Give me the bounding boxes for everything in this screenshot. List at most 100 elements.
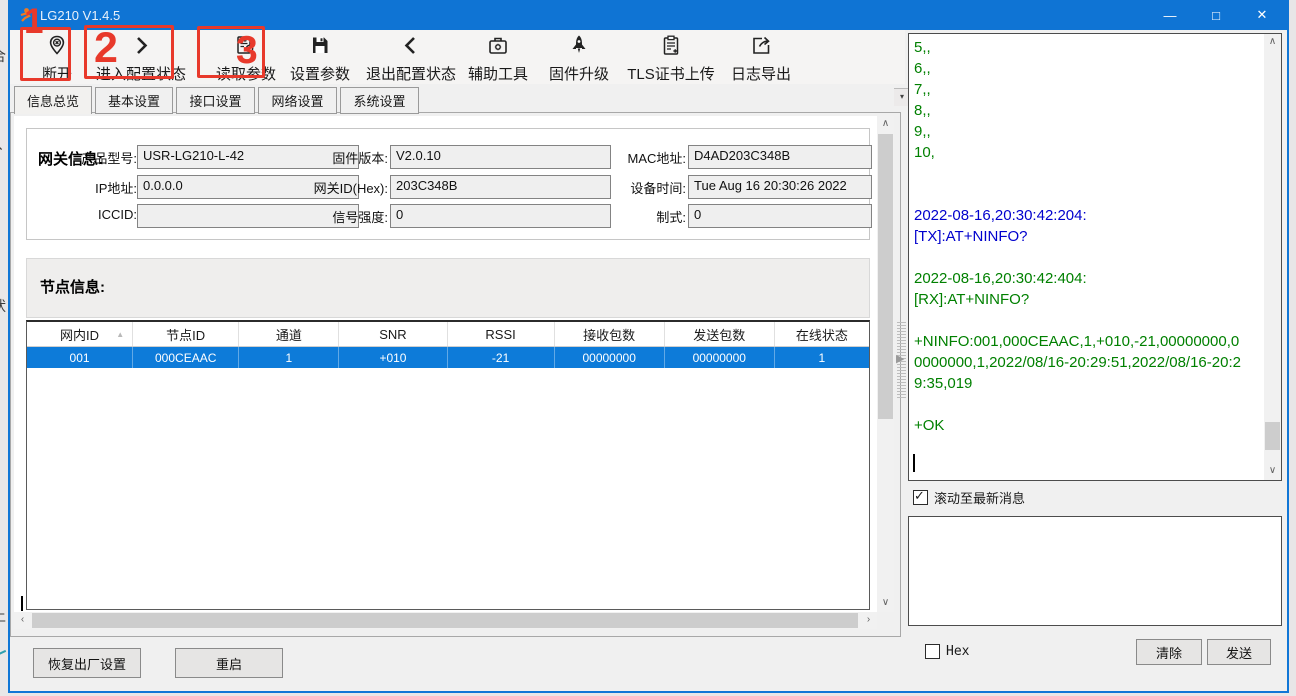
cell-channel: 1 <box>239 347 339 368</box>
scroll-left-arrow[interactable]: ‹ <box>14 612 31 629</box>
tab-label: 系统设置 <box>353 91 405 110</box>
log-line: 7,, <box>914 79 1246 100</box>
close-button[interactable]: ✕ <box>1239 0 1285 30</box>
checkbox-unchecked-icon[interactable] <box>925 644 940 659</box>
tab-basic-settings[interactable]: 基本设置 <box>95 87 173 114</box>
field-label: MAC地址: <box>576 148 686 167</box>
app-screen: 合 丶 状 上 LG210 V1.4.5 — □ ✕ 断开 ⌄ <box>0 0 1296 696</box>
log-line <box>914 394 1246 415</box>
scroll-up-arrow[interactable]: ∧ <box>877 116 894 133</box>
edge-fragment: 合 <box>0 46 6 66</box>
column-header[interactable]: 发送包数 <box>665 322 775 346</box>
scroll-latest-label: 滚动至最新消息 <box>934 488 1025 507</box>
column-label: 发送包数 <box>693 325 745 344</box>
tab-interface-settings[interactable]: 接口设置 <box>176 87 255 114</box>
cell-rx-packets: 00000000 <box>555 347 665 368</box>
tab-label: 接口设置 <box>189 91 241 110</box>
tls-cert-upload-button[interactable]: TLS证书上传 <box>625 32 717 87</box>
column-header[interactable]: 通道 <box>239 322 339 346</box>
log-line <box>914 163 1246 184</box>
column-header[interactable]: SNR <box>339 322 447 346</box>
send-input-box[interactable] <box>908 516 1282 626</box>
tab-label: 网络设置 <box>271 91 323 110</box>
log-line: 6,, <box>914 58 1246 79</box>
cell-tx-packets: 00000000 <box>665 347 775 368</box>
column-header[interactable]: 在线状态 <box>775 322 869 346</box>
toolbar-label: 退出配置状态 <box>366 63 456 84</box>
scroll-down-arrow[interactable]: ∨ <box>877 595 894 612</box>
table-row-selected[interactable]: 001 000CEAAC 1 +010 -21 00000000 0000000… <box>27 347 869 368</box>
checkbox-checked-icon[interactable] <box>913 490 928 505</box>
content-horizontal-scrollbar[interactable]: ‹ › <box>14 612 877 629</box>
field-label: 制式: <box>576 207 686 226</box>
tab-system-settings[interactable]: 系统设置 <box>340 87 419 114</box>
field-label: 信号强度: <box>278 207 388 226</box>
toolbar-label: 辅助工具 <box>468 63 528 84</box>
annotation-number-2: 2 <box>94 24 118 73</box>
column-header[interactable]: 节点ID <box>133 322 239 346</box>
column-header[interactable]: 接收包数 <box>555 322 665 346</box>
send-button[interactable]: 发送 <box>1207 639 1271 665</box>
clipboard-upload-icon <box>660 34 682 58</box>
annotation-number-3: 3 <box>236 29 258 73</box>
device-time-field[interactable]: Tue Aug 16 20:30:26 2022 <box>688 175 872 199</box>
field-label: 设备时间: <box>576 178 686 197</box>
edge-fragment: 状 <box>0 296 6 316</box>
scroll-right-arrow[interactable]: › <box>860 612 877 629</box>
rocket-icon <box>567 34 591 58</box>
clear-button[interactable]: 清除 <box>1136 639 1202 665</box>
column-header[interactable]: 网内ID▲ <box>27 322 133 346</box>
hex-checkbox-row[interactable]: Hex <box>925 644 969 659</box>
scroll-up-arrow[interactable]: ∧ <box>1264 34 1281 51</box>
factory-reset-button[interactable]: 恢复出厂设置 <box>33 648 141 678</box>
column-header[interactable]: RSSI <box>448 322 555 346</box>
tab-info-overview[interactable]: 信息总览 <box>14 86 92 114</box>
log-caret <box>913 454 915 472</box>
field-label: IP地址: <box>27 178 137 197</box>
log-line: +OK <box>914 415 1246 436</box>
content-vertical-scrollbar[interactable]: ∧ ∨ <box>877 116 894 612</box>
cell-online-status: 1 <box>775 347 869 368</box>
log-vertical-scrollbar[interactable]: ∧ ∨ <box>1264 34 1281 480</box>
minimize-button[interactable]: — <box>1147 0 1193 30</box>
tab-network-settings[interactable]: 网络设置 <box>258 87 337 114</box>
network-standard-field[interactable]: 0 <box>688 204 872 228</box>
save-icon <box>309 34 331 58</box>
restart-button[interactable]: 重启 <box>175 648 283 678</box>
field-label: ICCID: <box>27 207 137 222</box>
log-export-button[interactable]: 日志导出 <box>726 32 796 87</box>
maximize-button[interactable]: □ <box>1193 0 1239 30</box>
log-line <box>914 310 1246 331</box>
field-label: 固件版本: <box>278 148 388 167</box>
toolbar-label: 设置参数 <box>290 63 350 84</box>
scroll-latest-checkbox-row[interactable]: 滚动至最新消息 <box>913 488 1025 507</box>
scroll-down-arrow[interactable]: ∨ <box>1264 463 1281 480</box>
log-line: +NINFO:001,000CEAAC,1,+010,-21,00000000,… <box>914 331 1246 394</box>
column-label: 网内ID <box>60 325 99 344</box>
chevron-left-icon <box>400 34 422 58</box>
mac-address-field[interactable]: D4AD203C348B <box>688 145 872 169</box>
log-line: [TX]:AT+NINFO? <box>914 226 1246 247</box>
field-label: 产品型号: <box>27 148 137 167</box>
column-label: SNR <box>379 327 406 342</box>
hex-label: Hex <box>946 644 969 659</box>
set-params-button[interactable]: 设置参数 <box>286 32 354 87</box>
column-label: RSSI <box>485 327 515 342</box>
log-line <box>914 184 1246 205</box>
firmware-upgrade-button[interactable]: 固件升级 <box>544 32 614 87</box>
column-label: 节点ID <box>166 325 205 344</box>
exit-config-button[interactable]: 退出配置状态 <box>366 32 456 87</box>
toolbar-label: 固件升级 <box>549 63 609 84</box>
scrollbar-thumb[interactable] <box>32 613 858 628</box>
scrollbar-thumb[interactable] <box>878 134 893 419</box>
log-content: 5,, 6,, 7,, 8,, 9,, 10, 2022-08-16,20:30… <box>914 37 1246 436</box>
scrollbar-thumb[interactable] <box>1265 422 1280 450</box>
aux-tools-button[interactable]: 辅助工具 <box>463 32 533 87</box>
log-line <box>914 247 1246 268</box>
text-caret <box>21 596 23 611</box>
cell-node-id: 000CEAAC <box>133 347 239 368</box>
log-output-box[interactable]: 5,, 6,, 7,, 8,, 9,, 10, 2022-08-16,20:30… <box>908 33 1282 481</box>
column-label: 接收包数 <box>583 325 635 344</box>
field-label: 网关ID(Hex): <box>278 178 388 197</box>
splitter-collapse-icon[interactable]: ▶ <box>896 352 904 365</box>
